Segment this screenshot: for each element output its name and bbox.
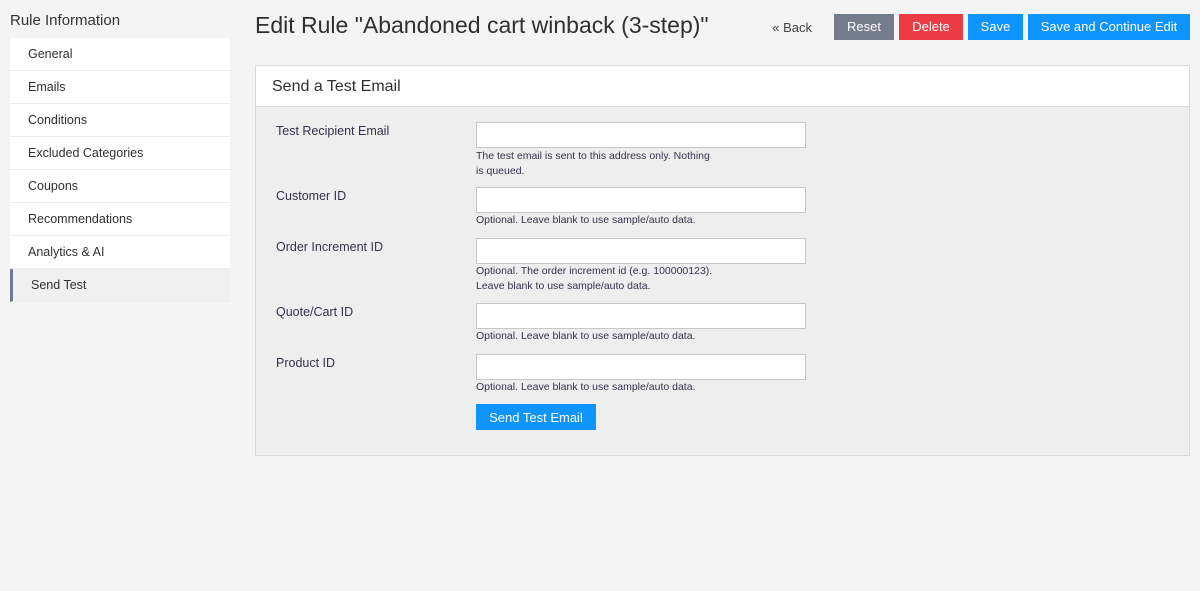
test-recipient-email-hint-line1: The test email is sent to this address o… xyxy=(476,150,710,162)
sidebar-item-emails[interactable]: Emails xyxy=(10,71,230,104)
reset-button[interactable]: Reset xyxy=(834,14,894,40)
sidebar-title: Rule Information xyxy=(10,12,121,29)
product-id-label: Product ID xyxy=(276,356,336,370)
order-increment-id-hint: Optional. The order increment id (e.g. 1… xyxy=(476,264,712,294)
customer-id-hint: Optional. Leave blank to use sample/auto… xyxy=(476,214,696,226)
test-recipient-email-label: Test Recipient Email xyxy=(276,124,390,138)
test-recipient-email-hint-line2: is queued. xyxy=(476,165,525,177)
toolbar: « Back Reset Delete Save Save and Contin… xyxy=(772,14,1190,40)
product-id-hint: Optional. Leave blank to use sample/auto… xyxy=(476,381,696,393)
delete-button[interactable]: Delete xyxy=(899,14,963,40)
product-id-input[interactable] xyxy=(476,354,806,380)
quote-cart-id-input[interactable] xyxy=(476,303,806,329)
quote-cart-id-label: Quote/Cart ID xyxy=(276,305,354,319)
sidebar-item-recommendations[interactable]: Recommendations xyxy=(10,203,230,236)
test-recipient-email-hint: The test email is sent to this address o… xyxy=(476,149,710,179)
sidebar-list: General Emails Conditions Excluded Categ… xyxy=(10,38,230,302)
test-recipient-email-input[interactable] xyxy=(476,122,806,148)
order-increment-id-input[interactable] xyxy=(476,238,806,264)
sidebar-item-analytics-ai[interactable]: Analytics & AI xyxy=(10,236,230,269)
save-button[interactable]: Save xyxy=(968,14,1023,40)
order-increment-id-label: Order Increment ID xyxy=(276,240,383,254)
save-and-continue-button[interactable]: Save and Continue Edit xyxy=(1028,14,1190,40)
panel-title: Send a Test Email xyxy=(256,66,1189,107)
sidebar: Rule Information General Emails Conditio… xyxy=(10,0,230,302)
customer-id-label: Customer ID xyxy=(276,189,347,203)
sidebar-item-excluded-categories[interactable]: Excluded Categories xyxy=(10,137,230,170)
sidebar-item-general[interactable]: General xyxy=(10,38,230,71)
customer-id-input[interactable] xyxy=(476,187,806,213)
sidebar-item-conditions[interactable]: Conditions xyxy=(10,104,230,137)
send-test-panel: Send a Test Email Test Recipient Email T… xyxy=(255,65,1190,456)
order-increment-id-hint-line1: Optional. The order increment id (e.g. 1… xyxy=(476,265,713,277)
page-title: Edit Rule "Abandoned cart winback (3-ste… xyxy=(255,12,709,38)
sidebar-item-coupons[interactable]: Coupons xyxy=(10,170,230,203)
order-increment-id-hint-line2: Leave blank to use sample/auto data. xyxy=(476,280,651,292)
back-link[interactable]: « Back xyxy=(772,20,812,35)
quote-cart-id-hint: Optional. Leave blank to use sample/auto… xyxy=(476,330,696,342)
send-test-email-button[interactable]: Send Test Email xyxy=(476,404,596,430)
sidebar-item-send-test[interactable]: Send Test xyxy=(10,269,230,302)
